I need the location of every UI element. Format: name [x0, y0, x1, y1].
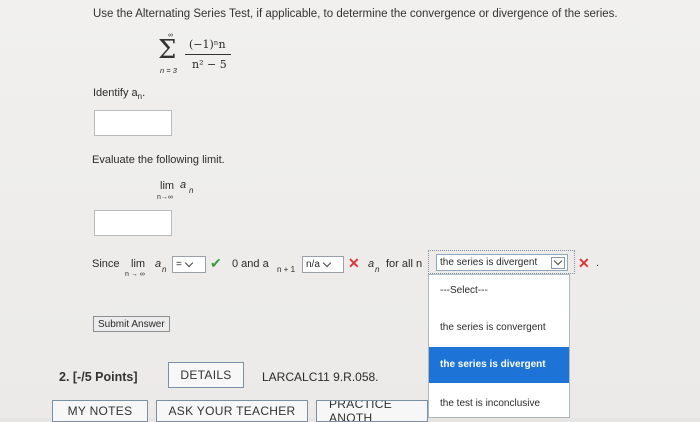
check-icon: ✔ [210, 255, 222, 271]
zero-and-text: 0 and a [232, 258, 269, 270]
comparison-select[interactable]: n/a [302, 256, 344, 273]
limit-a: a [180, 179, 187, 191]
fraction-bar [185, 54, 231, 55]
period-text: . [596, 257, 600, 269]
limit-word: lim [160, 180, 175, 192]
evaluate-label: Evaluate the following limit. [92, 154, 225, 166]
submit-answer-button[interactable]: Submit Answer [93, 316, 170, 332]
comparison-select-value: n/a [306, 259, 320, 270]
dropdown-option[interactable]: ---Select--- [429, 284, 569, 298]
series-denominator: n² − 5 [192, 58, 227, 71]
my-notes-button[interactable]: MY NOTES [52, 400, 148, 422]
question-2-points: 2. [-/5 Points] [59, 370, 138, 384]
identify-label-end: . [142, 87, 146, 99]
chevron-down-icon [184, 258, 194, 268]
identify-label-text: Identify a [93, 87, 138, 99]
conclusion-select[interactable]: the series is divergent [436, 254, 568, 271]
chevron-down-icon [322, 258, 332, 268]
relation-select-value: = [176, 259, 182, 270]
chevron-down-icon [551, 256, 565, 269]
ask-teacher-button[interactable]: ASK YOUR TEACHER [156, 400, 308, 422]
summation-symbol: Σ [158, 35, 177, 65]
identify-answer-field[interactable] [94, 110, 172, 136]
dropdown-option[interactable]: the series is convergent [429, 321, 569, 335]
question-2-reference: LARCALC11 9.R.058. [262, 370, 379, 384]
x-mark-icon: ✕ [578, 255, 590, 271]
series-numerator: (−1)ⁿn [189, 38, 226, 51]
practice-another-button[interactable]: PRACTICE ANOTH [316, 400, 428, 422]
sum-upper-limit: ∞ [168, 32, 173, 39]
n-plus-1-sub: n + 1 [277, 265, 296, 274]
details-button[interactable]: DETAILS [168, 362, 244, 388]
since-text: Since [92, 258, 120, 270]
instruction-text: Use the Alternating Series Test, if appl… [93, 8, 618, 20]
relation-select[interactable]: = [172, 256, 206, 273]
since-n2: n [375, 265, 380, 274]
question-card: Use the Alternating Series Test, if appl… [0, 0, 700, 422]
since-a: a [155, 258, 162, 270]
since-a2: a [368, 258, 375, 270]
conclusion-select-value: the series is divergent [440, 257, 538, 268]
identify-label: Identify an. [93, 87, 145, 101]
since-lim-word: lim [131, 258, 146, 270]
limit-n: n [189, 186, 194, 195]
limit-answer-field[interactable] [94, 210, 172, 236]
conclusion-dropdown-list: ---Select--- the series is convergent th… [428, 274, 570, 418]
sum-lower-limit: n = 3 [160, 66, 177, 75]
since-lim-subscript: n → ∞ [125, 271, 145, 278]
dropdown-option-highlighted[interactable]: the series is divergent [429, 347, 569, 383]
since-n: n [162, 265, 167, 274]
x-mark-icon: ✕ [348, 255, 360, 271]
dropdown-option[interactable]: the test is inconclusive [429, 397, 569, 411]
limit-subscript: n→∞ [157, 194, 173, 201]
for-all-text: for all n [386, 258, 423, 270]
